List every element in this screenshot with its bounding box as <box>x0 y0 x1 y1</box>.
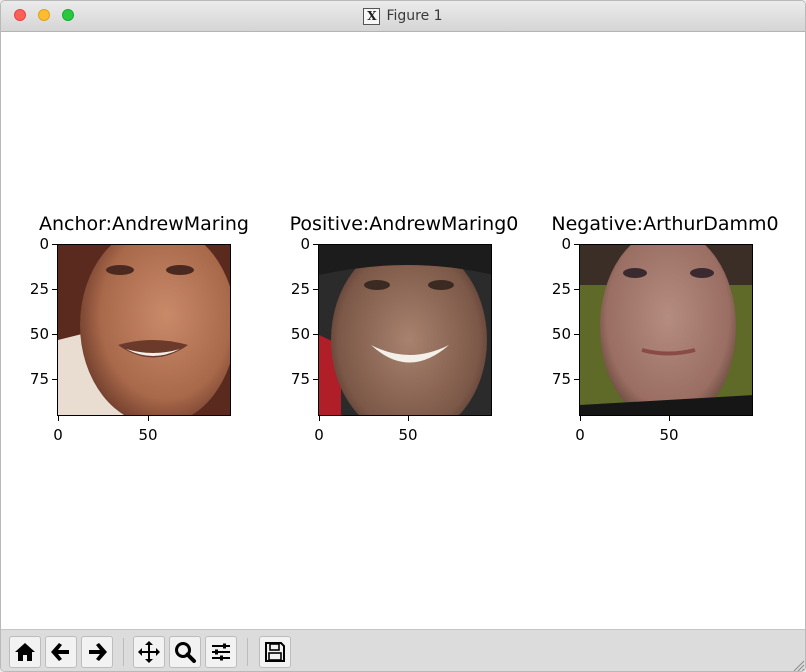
ytick-label: 0 <box>39 235 49 253</box>
ytick-label: 50 <box>551 325 571 343</box>
ytick-label: 0 <box>300 235 310 253</box>
back-arrow-icon <box>51 643 69 661</box>
resize-grip-icon[interactable] <box>791 658 805 672</box>
window-title: X Figure 1 <box>1 1 805 31</box>
configure-subplots-button[interactable] <box>205 636 237 668</box>
ytick-label: 50 <box>290 325 310 343</box>
figure-canvas[interactable]: Anchor:AndrewMaring 0 25 50 75 0 50 Posi… <box>5 32 803 629</box>
xtick-label: 50 <box>398 426 418 444</box>
save-icon <box>265 642 285 662</box>
xtick-label: 0 <box>575 426 585 444</box>
back-button[interactable] <box>45 636 77 668</box>
panel-title-anchor: Anchor:AndrewMaring <box>39 213 249 235</box>
home-button[interactable] <box>9 636 41 668</box>
ytick-label: 0 <box>561 235 571 253</box>
figure-window: X Figure 1 Anchor:AndrewMaring 0 25 50 7… <box>0 0 806 672</box>
ytick-label: 75 <box>29 370 49 388</box>
ytick-label: 25 <box>29 280 49 298</box>
window-title-text: Figure 1 <box>386 8 443 24</box>
ytick-label: 75 <box>290 370 310 388</box>
positive-face-image <box>318 244 492 416</box>
pan-button[interactable] <box>133 636 165 668</box>
home-icon <box>15 643 35 661</box>
xtick-label: 0 <box>53 426 63 444</box>
forward-arrow-icon <box>89 643 107 661</box>
forward-button[interactable] <box>81 636 113 668</box>
save-button[interactable] <box>259 636 291 668</box>
zoom-button[interactable] <box>169 636 201 668</box>
xtick-label: 50 <box>659 426 679 444</box>
navigation-toolbar <box>1 629 805 672</box>
pan-icon <box>138 641 160 663</box>
ytick-label: 50 <box>29 325 49 343</box>
anchor-face-image <box>57 244 231 416</box>
ytick-label: 25 <box>290 280 310 298</box>
xtick-label: 50 <box>138 426 158 444</box>
zoom-icon <box>175 642 196 663</box>
panel-title-negative: Negative:ArthurDamm0 <box>551 213 779 235</box>
title-bar: X Figure 1 <box>1 1 805 32</box>
configure-subplots-icon <box>212 643 230 661</box>
xtick-label: 0 <box>314 426 324 444</box>
ytick-label: 75 <box>551 370 571 388</box>
x11-icon: X <box>363 7 381 25</box>
negative-face-image <box>579 244 753 416</box>
ytick-label: 25 <box>551 280 571 298</box>
panel-title-positive: Positive:AndrewMaring0 <box>289 213 519 235</box>
